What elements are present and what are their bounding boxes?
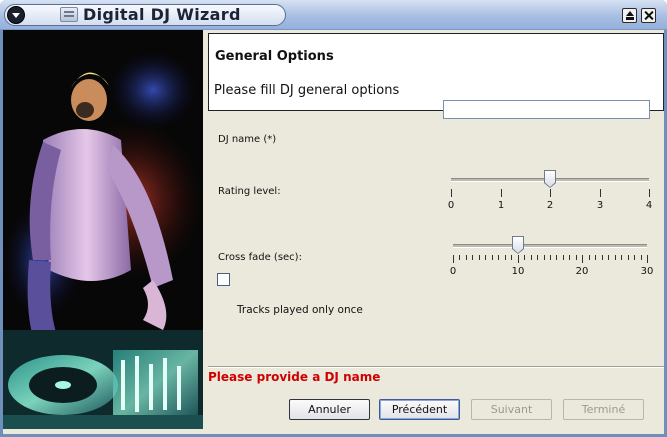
maximize-icon[interactable]	[622, 8, 637, 23]
slider-minor-tick	[479, 255, 480, 260]
title-bar[interactable]: Digital DJ Wizard	[0, 0, 667, 30]
slider-minor-tick	[505, 255, 506, 260]
slider-major-tick	[600, 189, 601, 197]
slider-minor-tick	[524, 255, 525, 260]
slider-minor-tick	[563, 255, 564, 260]
next-button[interactable]: Suivant	[471, 399, 552, 420]
slider-minor-tick	[550, 255, 551, 260]
slider-minor-tick	[569, 255, 570, 260]
error-message: Please provide a DJ name	[208, 370, 381, 384]
slider-tick-label: 1	[497, 200, 505, 211]
wizard-window: Digital DJ Wizard General Options Please…	[0, 0, 667, 437]
slider-major-tick	[518, 255, 519, 263]
step-description: Please fill DJ general options	[214, 83, 400, 98]
slider-minor-tick	[492, 255, 493, 260]
slider-tick-label: 20	[575, 266, 589, 277]
tracks-played-once-checkbox[interactable]	[217, 273, 230, 286]
slider-minor-tick	[576, 255, 577, 260]
window-title: Digital DJ Wizard	[83, 5, 241, 24]
cancel-button[interactable]: Annuler	[289, 399, 370, 420]
rating-level-slider[interactable]: 0 1 2 3 4	[448, 170, 652, 216]
chevron-down-icon[interactable]	[7, 6, 25, 24]
slider-tick-label: 4	[645, 200, 653, 211]
dj-name-label: DJ name (*)	[218, 134, 277, 145]
slider-major-tick	[453, 255, 454, 263]
slider-minor-tick	[621, 255, 622, 260]
slider-minor-tick	[459, 255, 460, 260]
slider-minor-tick	[485, 255, 486, 260]
slider-track[interactable]	[453, 244, 647, 248]
slider-major-tick	[501, 189, 502, 197]
slider-minor-tick	[544, 255, 545, 260]
slider-minor-tick	[498, 255, 499, 260]
slider-minor-tick	[615, 255, 616, 260]
slider-minor-tick	[472, 255, 473, 260]
slider-minor-tick	[634, 255, 635, 260]
dj-name-field[interactable]	[443, 100, 650, 119]
slider-major-tick	[550, 189, 551, 197]
slider-minor-tick	[466, 255, 467, 260]
slider-tick-label: 30	[640, 266, 654, 277]
slider-minor-tick	[537, 255, 538, 260]
slider-minor-tick	[602, 255, 603, 260]
slider-major-tick	[649, 189, 650, 197]
finish-button[interactable]: Terminé	[563, 399, 644, 420]
slider-minor-tick	[531, 255, 532, 260]
previous-button[interactable]: Précédent	[379, 399, 460, 420]
rating-level-label: Rating level:	[218, 186, 281, 197]
slider-major-tick	[582, 255, 583, 263]
slider-major-tick	[647, 255, 648, 263]
wizard-app-icon	[60, 7, 78, 22]
dj-photo	[3, 30, 203, 429]
tracks-played-once-label: Tracks played only once	[237, 304, 363, 316]
cross-fade-slider[interactable]: 0 10 20 30	[450, 236, 653, 282]
slider-minor-tick	[628, 255, 629, 260]
slider-tick-label: 3	[596, 200, 604, 211]
step-title: General Options	[215, 49, 334, 64]
close-icon[interactable]	[641, 8, 656, 23]
footer-separator	[208, 366, 664, 368]
slider-minor-tick	[595, 255, 596, 260]
slider-major-tick	[451, 189, 452, 197]
slider-minor-tick	[641, 255, 642, 260]
slider-tick-label: 0	[447, 200, 455, 211]
slider-minor-tick	[556, 255, 557, 260]
slider-minor-tick	[589, 255, 590, 260]
slider-minor-tick	[608, 255, 609, 260]
slider-tick-label: 10	[511, 266, 525, 277]
slider-tick-label: 2	[546, 200, 554, 211]
cross-fade-label: Cross fade (sec):	[218, 252, 302, 263]
slider-minor-tick	[511, 255, 512, 260]
slider-tick-label: 0	[449, 266, 457, 277]
